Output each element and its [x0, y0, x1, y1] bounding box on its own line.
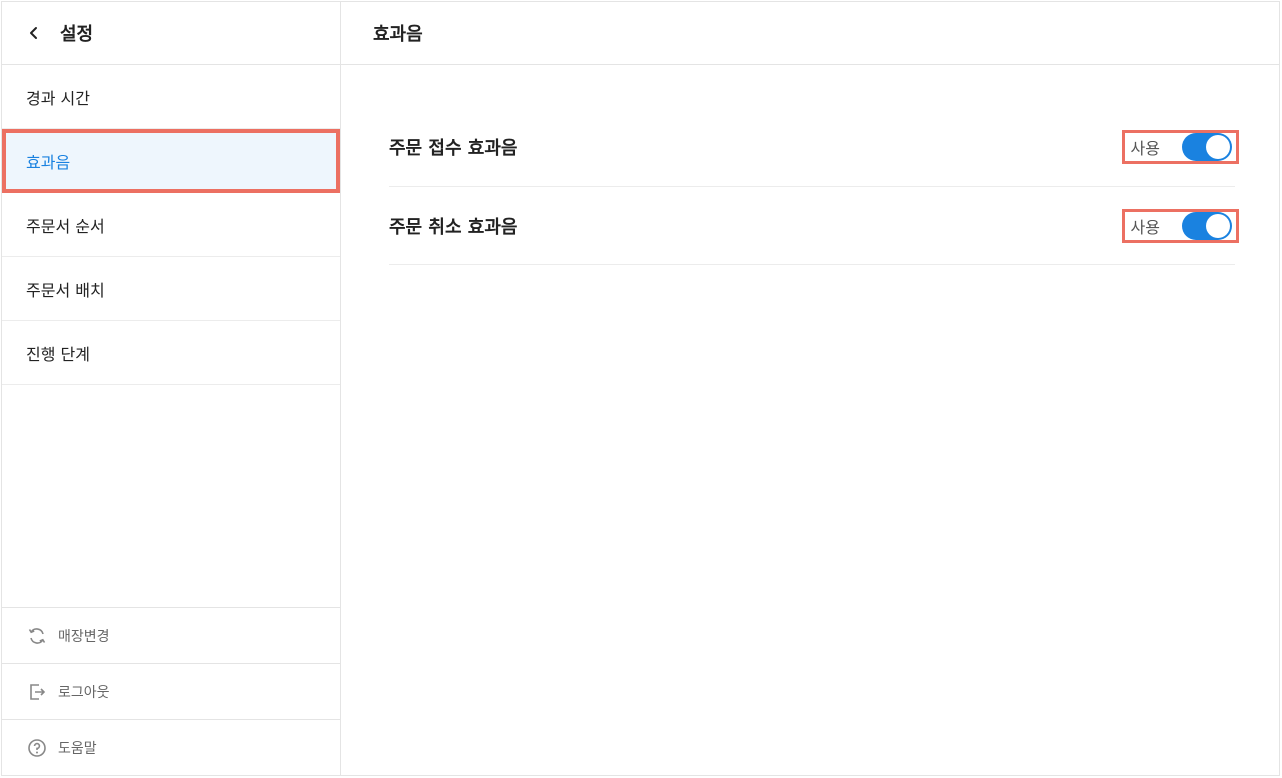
- sidebar-title: 설정: [60, 24, 94, 45]
- sidebar-item-order-sequence[interactable]: 주문서 순서: [2, 193, 340, 257]
- setting-row-order-cancel-sound: 주문 취소 효과음 사용: [389, 187, 1239, 265]
- logout-icon: [26, 681, 48, 703]
- main-panel: 효과음 주문 접수 효과음 사용 주문 취소 효과음 사용: [341, 2, 1279, 775]
- logout-label: 로그아웃: [58, 684, 110, 701]
- sidebar-item-label: 효과음: [26, 152, 71, 172]
- sidebar-item-label: 주문서 순서: [26, 216, 105, 236]
- sidebar-item-label: 주문서 배치: [26, 280, 105, 300]
- sidebar-footer: 매장변경 로그아웃 도움말: [2, 607, 340, 775]
- sidebar-header: 설정: [2, 2, 340, 65]
- sidebar-item-elapsed-time[interactable]: 경과 시간: [2, 65, 340, 129]
- toggle-status-label: 사용: [1130, 217, 1160, 237]
- sidebar-item-progress-steps[interactable]: 진행 단계: [2, 321, 340, 385]
- change-store-button[interactable]: 매장변경: [2, 607, 340, 663]
- sidebar-item-sound-effects[interactable]: 효과음: [2, 129, 340, 193]
- toggle-status-label: 사용: [1130, 139, 1160, 158]
- help-label: 도움말: [58, 740, 97, 757]
- order-received-sound-toggle[interactable]: [1182, 133, 1232, 161]
- help-icon: [26, 737, 48, 759]
- sidebar-item-label: 경과 시간: [26, 88, 90, 108]
- sidebar-item-label: 진행 단계: [26, 344, 90, 364]
- toggle-knob: [1206, 135, 1230, 159]
- back-icon[interactable]: [24, 23, 44, 43]
- order-received-toggle-group: 사용: [1121, 130, 1239, 164]
- sidebar-item-order-layout[interactable]: 주문서 배치: [2, 257, 340, 321]
- setting-label: 주문 취소 효과음: [389, 216, 518, 238]
- change-store-label: 매장변경: [58, 628, 110, 645]
- toggle-knob: [1206, 213, 1230, 238]
- sidebar: 설정 경과 시간 효과음 주문서 순서 주문서 배치 진행 단계 매장변경 로그…: [2, 2, 341, 775]
- order-cancel-sound-toggle[interactable]: [1182, 211, 1232, 240]
- setting-label: 주문 접수 효과음: [389, 138, 518, 159]
- order-cancel-toggle-group: 사용: [1121, 208, 1239, 243]
- setting-row-order-received-sound: 주문 접수 효과음 사용: [389, 108, 1239, 187]
- help-button[interactable]: 도움말: [2, 719, 340, 775]
- page-title: 효과음: [341, 2, 1279, 65]
- logout-button[interactable]: 로그아웃: [2, 663, 340, 719]
- settings-list: 주문 접수 효과음 사용 주문 취소 효과음 사용: [389, 108, 1239, 265]
- app-window: 설정 경과 시간 효과음 주문서 순서 주문서 배치 진행 단계 매장변경 로그…: [1, 1, 1280, 776]
- refresh-icon: [26, 625, 48, 647]
